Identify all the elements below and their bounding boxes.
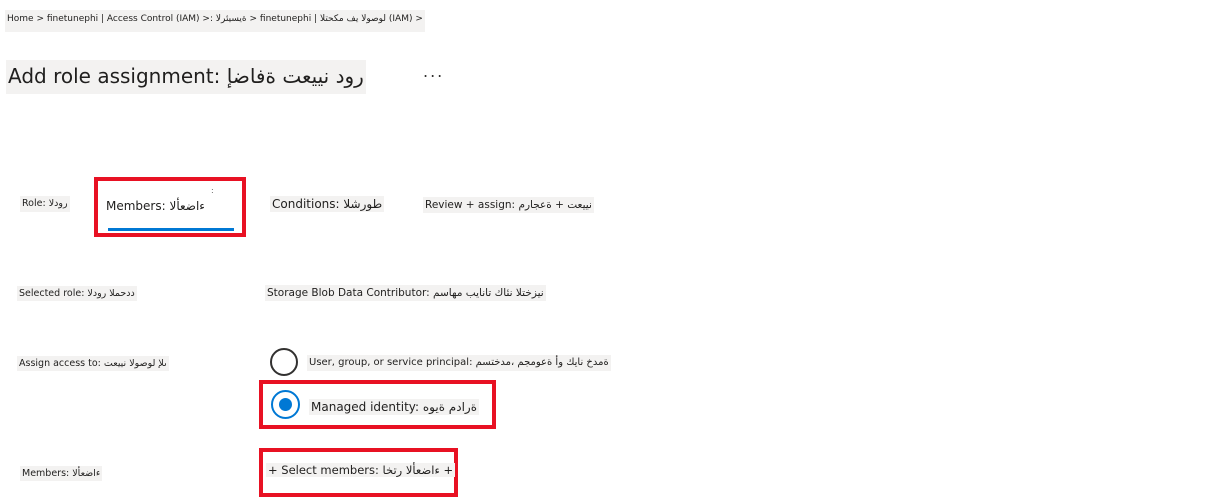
selected-role-value: Storage Blob Data Contributor: نيزختلا ن… <box>265 285 546 301</box>
radio-user-group-service-principal[interactable] <box>270 348 298 376</box>
tab-active-indicator <box>108 228 234 231</box>
tab-review-assign[interactable]: Review + assign: نييعت + ةعجارم <box>423 197 594 213</box>
tab-conditions[interactable]: Conditions: طورشلا <box>270 196 385 212</box>
tab-members-marker: : <box>211 186 214 195</box>
members-label: Members: ءاضعألا <box>20 466 103 481</box>
radio-selected-dot <box>279 398 292 411</box>
breadcrumb[interactable]: Home > finetunephi | Access Control (IAM… <box>5 10 425 32</box>
option-user-label[interactable]: User, group, or service principal: ةمدخ … <box>307 355 611 371</box>
assign-access-label: Assign access to: ىلإ لوصولا نييعت <box>17 356 169 371</box>
more-options-button[interactable]: ... <box>423 62 444 81</box>
option-managed-identity-label[interactable]: Managed identity: ةرادم ةيوه <box>309 399 479 415</box>
page-title: Add role assignment: رود نييعت ةفاضإ <box>6 60 366 94</box>
select-members-link[interactable]: + Select members: ءاضعألا رتخا + <box>266 463 456 477</box>
tab-role[interactable]: Role: رودلا <box>20 196 70 212</box>
selected-role-label: Selected role: ددحملا رودلا <box>17 286 137 301</box>
tab-members[interactable]: Members: ءاضعألا <box>104 198 207 214</box>
